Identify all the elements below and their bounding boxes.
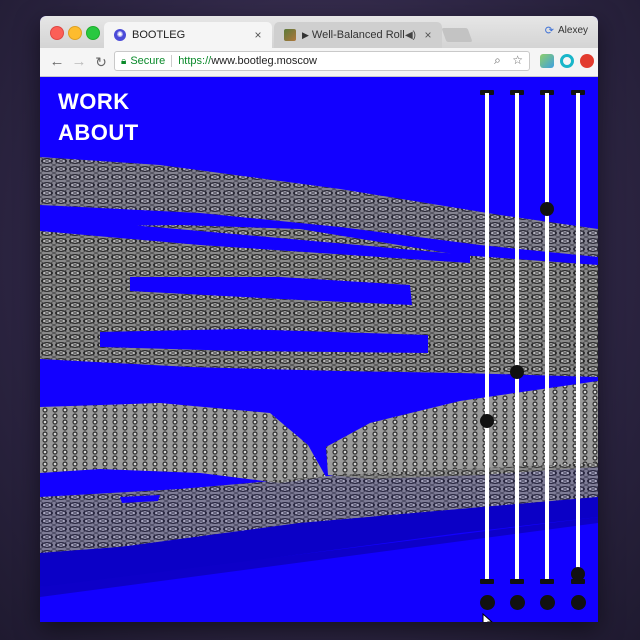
zoom-window-button[interactable] bbox=[86, 26, 100, 40]
url-host: www.bootleg.moscow bbox=[211, 55, 317, 67]
slider-track[interactable] bbox=[485, 93, 489, 579]
mouse-cursor-icon bbox=[482, 613, 493, 622]
nav-about-link[interactable]: ABOUT bbox=[58, 120, 139, 146]
slider-bottom-cap bbox=[510, 579, 524, 584]
reload-icon[interactable]: ↻ bbox=[92, 53, 110, 71]
slider-track[interactable] bbox=[576, 93, 580, 579]
url-scheme: https:// bbox=[178, 55, 212, 67]
slider-reset-dot[interactable] bbox=[540, 595, 555, 610]
slider-knob[interactable] bbox=[510, 365, 524, 379]
secure-label: Secure bbox=[130, 55, 166, 67]
slider-knob[interactable] bbox=[480, 414, 494, 428]
nav-work-link[interactable]: WORK bbox=[58, 89, 130, 115]
slider-reset-dot[interactable] bbox=[480, 595, 495, 610]
browser-window: ✺ BOOTLEG × ▶ Well-Balanced Rollback ◀) … bbox=[40, 16, 598, 622]
forward-arrow-icon[interactable]: → bbox=[70, 53, 88, 71]
tab-bootleg[interactable]: ✺ BOOTLEG × bbox=[104, 22, 272, 48]
profile-name: Alexey bbox=[557, 25, 588, 36]
back-arrow-icon[interactable]: ← bbox=[48, 53, 66, 71]
browser-toolbar: ← → ↻ 🔒︎ Secure https:// www.bootleg.mos… bbox=[40, 48, 598, 77]
slider-bottom-cap bbox=[480, 579, 494, 584]
minimize-window-button[interactable] bbox=[68, 26, 82, 40]
tab-close-icon[interactable]: × bbox=[250, 28, 266, 42]
title-bar: ✺ BOOTLEG × ▶ Well-Balanced Rollback ◀) … bbox=[40, 16, 598, 48]
audio-playing-icon[interactable]: ◀) bbox=[405, 30, 416, 41]
slider-reset-dot[interactable] bbox=[571, 595, 586, 610]
extension-red-icon[interactable] bbox=[580, 54, 594, 68]
sync-icon: ⟳ bbox=[544, 25, 554, 37]
tab-close-icon[interactable]: × bbox=[420, 28, 436, 42]
address-separator bbox=[171, 55, 173, 67]
play-icon: ▶ bbox=[302, 29, 309, 40]
extension-ring-icon[interactable] bbox=[560, 54, 574, 68]
slider-track[interactable] bbox=[515, 93, 519, 579]
video-favicon-icon bbox=[284, 29, 296, 41]
zoom-icon[interactable]: ⌕ bbox=[494, 53, 501, 67]
slider-track[interactable] bbox=[545, 93, 549, 579]
slider-bottom-cap bbox=[540, 579, 554, 584]
close-window-button[interactable] bbox=[50, 26, 64, 40]
address-bar[interactable]: 🔒︎ Secure https:// www.bootleg.moscow ⌕ … bbox=[114, 51, 530, 71]
lock-icon: 🔒︎ bbox=[121, 55, 127, 67]
bookmark-star-icon[interactable]: ☆ bbox=[512, 53, 523, 67]
profile-chip[interactable]: ⟳ Alexey bbox=[545, 24, 588, 37]
tab-label: BOOTLEG bbox=[132, 29, 186, 41]
bootleg-favicon-icon: ✺ bbox=[114, 29, 126, 41]
tab-well-balanced-rollback[interactable]: ▶ Well-Balanced Rollback ◀) × bbox=[274, 22, 442, 48]
extension-puzzle-icon[interactable] bbox=[540, 54, 554, 68]
slider-knob[interactable] bbox=[571, 567, 585, 581]
slider-reset-dot[interactable] bbox=[510, 595, 525, 610]
tab-label: Well-Balanced Rollback bbox=[311, 29, 405, 41]
slider-knob[interactable] bbox=[540, 202, 554, 216]
new-tab-button[interactable] bbox=[441, 28, 473, 42]
page-viewport: WORK ABOUT bbox=[40, 77, 598, 622]
